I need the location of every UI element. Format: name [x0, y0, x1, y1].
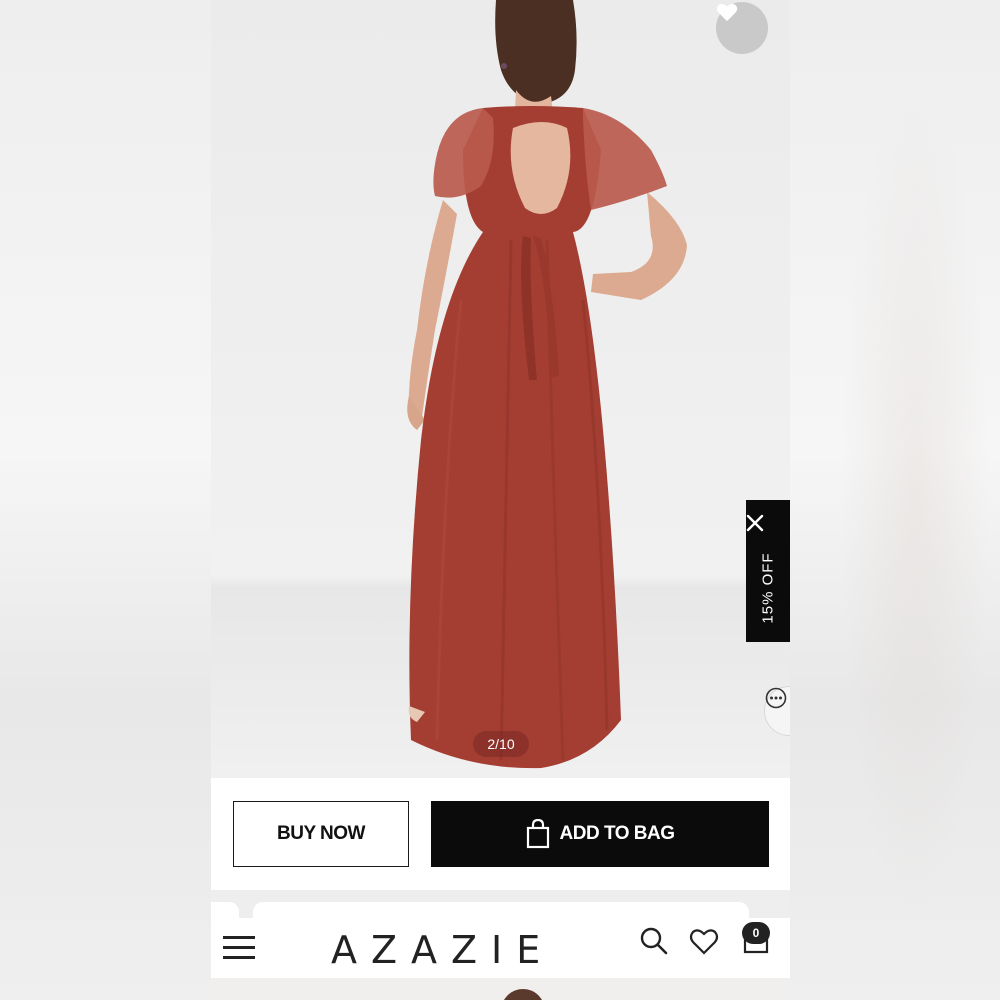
discount-label: 15% OFF [759, 552, 777, 624]
product-page: 2/10 15% OFF BUY NOW ADD TO BAG AZAZIE 0 [211, 0, 790, 1000]
brand-logo[interactable]: AZAZIE [331, 924, 561, 964]
buy-now-label: BUY NOW [277, 823, 365, 844]
section-divider [211, 890, 790, 922]
add-to-bag-button[interactable]: ADD TO BAG [431, 801, 769, 867]
shopping-bag-icon [526, 819, 549, 849]
cart-count-badge: 0 [742, 922, 770, 944]
blurred-left-panel [0, 0, 211, 1000]
dress-model-illustration [407, 0, 687, 769]
hamburger-menu-icon[interactable] [223, 936, 255, 959]
discount-tab[interactable]: 15% OFF [746, 500, 790, 642]
add-to-bag-label: ADD TO BAG [559, 823, 675, 844]
product-image[interactable]: 2/10 15% OFF [211, 0, 790, 778]
favorite-button[interactable] [716, 2, 768, 54]
heart-icon [716, 3, 738, 22]
next-product-image [211, 978, 790, 1000]
purchase-actions: BUY NOW ADD TO BAG [211, 778, 790, 890]
blurred-figure [840, 80, 990, 920]
model-head-fragment [501, 989, 545, 1000]
site-header: AZAZIE 0 [211, 918, 790, 978]
search-icon[interactable] [639, 926, 669, 956]
buy-now-button[interactable]: BUY NOW [233, 801, 409, 867]
image-counter: 2/10 [473, 731, 529, 757]
heart-outline-icon[interactable] [689, 926, 719, 956]
close-icon[interactable] [746, 514, 790, 544]
screenshot-collage: 2/10 15% OFF BUY NOW ADD TO BAG AZAZIE 0 [0, 0, 1000, 1000]
chat-ellipsis-icon [765, 687, 787, 709]
